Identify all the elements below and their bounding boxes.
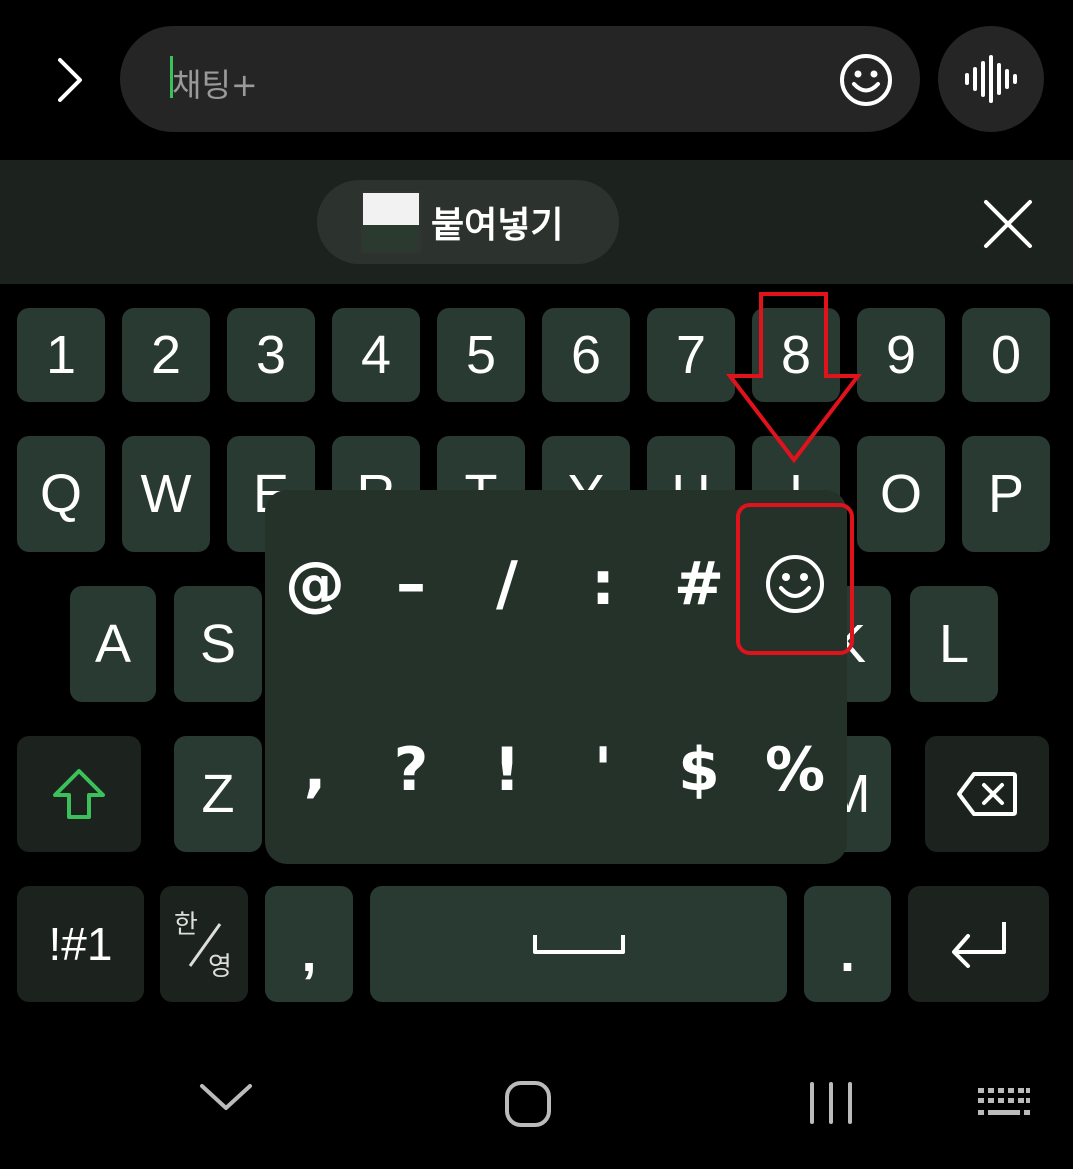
paste-label: 붙여넣기 [431, 205, 564, 246]
popup-key-question[interactable]: ? [367, 710, 455, 830]
popup-key-at[interactable]: @ [271, 524, 359, 644]
chat-input-field[interactable]: 채팅+ [120, 26, 920, 132]
keyboard-switch-icon[interactable] [976, 1086, 1032, 1124]
key-q[interactable]: Q [17, 436, 105, 552]
lang-key-english: 영 [208, 951, 232, 981]
clipboard-thumbnail [361, 191, 421, 253]
popup-key-exclamation[interactable]: ! [463, 710, 551, 830]
key-z[interactable]: Z [174, 736, 262, 852]
key-s[interactable]: S [174, 586, 262, 702]
key-6[interactable]: 6 [542, 308, 630, 402]
keyboard-toolbar: 붙여넣기 [0, 160, 1073, 284]
close-icon[interactable] [980, 196, 1036, 252]
key-p[interactable]: P [962, 436, 1050, 552]
key-0[interactable]: 0 [962, 308, 1050, 402]
recent-apps-icon[interactable] [806, 1080, 856, 1130]
backspace-key[interactable] [925, 736, 1049, 852]
paste-suggestion-button[interactable]: 붙여넣기 [317, 180, 619, 264]
hide-keyboard-icon[interactable] [198, 1082, 254, 1116]
key-9[interactable]: 9 [857, 308, 945, 402]
chat-input-bar: 채팅+ [0, 0, 1073, 160]
popup-key-apostrophe[interactable]: ' [559, 710, 647, 830]
chevron-right-icon[interactable] [40, 50, 100, 110]
popup-key-dash[interactable]: – [367, 524, 455, 644]
space-key[interactable] [370, 886, 787, 1002]
key-l[interactable]: L [910, 586, 998, 702]
enter-key[interactable] [908, 886, 1049, 1002]
space-bar-icon [532, 935, 625, 954]
popup-key-hash[interactable]: # [655, 524, 743, 644]
enter-icon [951, 922, 1006, 968]
key-w[interactable]: W [122, 436, 210, 552]
popup-key-colon[interactable]: : [559, 524, 647, 644]
symbols-key[interactable]: !#1 [17, 886, 144, 1002]
system-navigation-bar [0, 1024, 1073, 1169]
shift-key[interactable] [17, 736, 141, 852]
key-5[interactable]: 5 [437, 308, 525, 402]
popup-key-slash[interactable]: / [463, 524, 551, 644]
language-key[interactable]: 한 영 [160, 886, 248, 1002]
key-3[interactable]: 3 [227, 308, 315, 402]
popup-key-dollar[interactable]: $ [655, 710, 743, 830]
popup-key-comma[interactable]: , [271, 710, 359, 830]
shift-arrow-icon [53, 769, 105, 819]
key-1[interactable]: 1 [17, 308, 105, 402]
key-a[interactable]: A [70, 586, 156, 702]
popup-key-percent[interactable]: % [751, 710, 839, 830]
comma-key[interactable]: , [265, 886, 353, 1002]
annotation-highlight-box [736, 503, 854, 655]
emoji-icon[interactable] [838, 52, 894, 108]
waveform-icon [965, 55, 1017, 103]
key-o[interactable]: O [857, 436, 945, 552]
home-icon[interactable] [504, 1080, 552, 1132]
backspace-icon [957, 772, 1017, 816]
key-2[interactable]: 2 [122, 308, 210, 402]
key-7[interactable]: 7 [647, 308, 735, 402]
annotation-arrow [725, 292, 863, 464]
chat-input-placeholder: 채팅+ [172, 66, 258, 104]
key-4[interactable]: 4 [332, 308, 420, 402]
period-key[interactable]: . [804, 886, 891, 1002]
voice-input-button[interactable] [938, 26, 1044, 132]
